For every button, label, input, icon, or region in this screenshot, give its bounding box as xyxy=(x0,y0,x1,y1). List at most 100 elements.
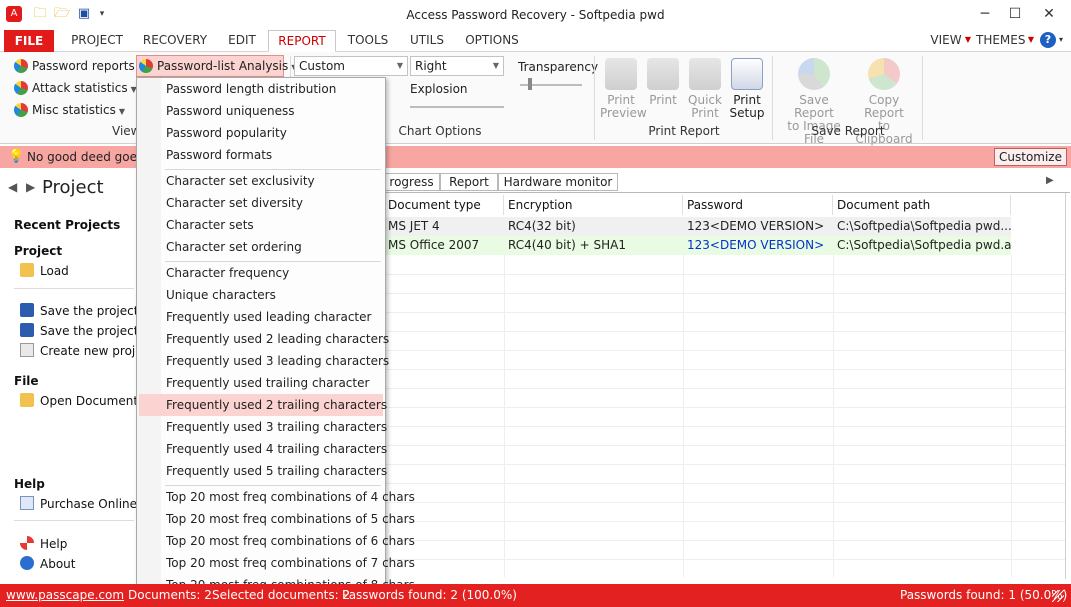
tab-file[interactable]: FILE xyxy=(4,30,54,52)
menu-item-top20-4-chars[interactable]: Top 20 most freq combinations of 4 chars xyxy=(139,486,415,508)
column-header-encryption[interactable]: Encryption xyxy=(504,195,683,215)
grid-line xyxy=(384,369,1066,370)
menu-item-password-formats[interactable]: Password formats xyxy=(139,144,383,166)
menu-item-character-set-ordering[interactable]: Character set ordering xyxy=(139,236,383,258)
menu-item-2-leading-characters[interactable]: Frequently used 2 leading characters xyxy=(139,328,389,350)
cell-encryption: RC4(40 bit) + SHA1 xyxy=(508,238,627,252)
minimize-button[interactable]: ─ xyxy=(970,4,1000,24)
themes-menu[interactable]: THEMES xyxy=(976,30,1026,52)
help-icon[interactable]: ? xyxy=(1040,32,1056,48)
menu-item-password-length-distribution[interactable]: Password length distribution xyxy=(139,78,383,100)
chart-type-select[interactable]: Custom ▼ xyxy=(294,56,408,76)
about-item[interactable]: About xyxy=(20,556,75,571)
tab-edit[interactable]: EDIT xyxy=(222,30,262,52)
open-document-item[interactable]: Open Document xyxy=(20,393,138,408)
transparency-slider-thumb[interactable] xyxy=(528,78,532,90)
help-item[interactable]: Help xyxy=(20,536,67,551)
menu-item-5-trailing-characters[interactable]: Frequently used 5 trailing characters xyxy=(139,460,387,482)
print-button[interactable]: Print xyxy=(644,58,682,107)
tab-hardware-monitor[interactable]: Hardware monitor xyxy=(498,173,618,191)
tab-progress[interactable]: rogress xyxy=(384,173,440,191)
maximize-button[interactable]: ☐ xyxy=(1000,4,1030,24)
themes-dropdown-icon[interactable]: ▼ xyxy=(1026,30,1036,52)
save-image-icon xyxy=(798,58,830,90)
purchase-online-item[interactable]: Purchase Online xyxy=(20,496,137,511)
menu-item-character-set-diversity[interactable]: Character set diversity xyxy=(139,192,383,214)
table-row[interactable]: MS Office 2007 RC4(40 bit) + SHA1 123<DE… xyxy=(384,236,1011,255)
tab-report-view[interactable]: Report xyxy=(440,173,498,191)
tab-report[interactable]: REPORT xyxy=(268,30,336,52)
tab-recovery[interactable]: RECOVERY xyxy=(140,30,210,52)
resize-grip-icon[interactable] xyxy=(1052,590,1064,602)
view-menu[interactable]: VIEW xyxy=(926,30,966,52)
chevron-down-icon: ▼ xyxy=(118,107,125,116)
customize-button[interactable]: Customize xyxy=(994,148,1067,166)
open-folder-icon xyxy=(20,393,34,407)
column-header-document-type[interactable]: Document type xyxy=(384,195,504,215)
menu-item-3-leading-characters[interactable]: Frequently used 3 leading characters xyxy=(139,350,389,372)
grid-border xyxy=(1065,193,1066,579)
print-setup-icon xyxy=(731,58,763,90)
tab-options[interactable]: OPTIONS xyxy=(462,30,522,52)
column-header-document-path[interactable]: Document path xyxy=(833,195,1011,215)
window-title: Access Password Recovery - Softpedia pwd xyxy=(406,8,665,22)
grid-line xyxy=(833,255,834,577)
quick-print-button[interactable]: Quick Print xyxy=(684,58,726,120)
menu-item-3-trailing-characters[interactable]: Frequently used 3 trailing characters xyxy=(139,416,387,438)
tab-utils[interactable]: UTILS xyxy=(404,30,450,52)
open-document-label: Open Document xyxy=(40,394,139,408)
close-button[interactable]: ✕ xyxy=(1034,4,1064,24)
file-heading: File xyxy=(14,374,39,388)
legend-position-select[interactable]: Right ▼ xyxy=(410,56,504,76)
chevron-right-icon[interactable]: ▶ xyxy=(1046,175,1054,186)
menu-item-top20-6-chars[interactable]: Top 20 most freq combinations of 6 chars xyxy=(139,530,415,552)
tab-project[interactable]: PROJECT xyxy=(66,30,128,52)
menu-item-character-sets[interactable]: Character sets xyxy=(139,214,383,236)
table-row[interactable]: MS JET 4 RC4(32 bit) 123<DEMO VERSION> C… xyxy=(384,217,1011,236)
load-item[interactable]: Load xyxy=(20,263,69,278)
column-header-password[interactable]: Password xyxy=(683,195,833,215)
menu-item-leading-character[interactable]: Frequently used leading character xyxy=(139,306,383,328)
menu-item-top20-7-chars[interactable]: Top 20 most freq combinations of 7 chars xyxy=(139,552,415,574)
forward-arrow-icon[interactable]: ▶ xyxy=(26,180,35,194)
divider xyxy=(14,520,134,521)
print-preview-button[interactable]: Print Preview xyxy=(600,58,647,120)
tab-tools[interactable]: TOOLS xyxy=(344,30,392,52)
create-new-project-item[interactable]: Create new project xyxy=(20,343,154,358)
attack-statistics-button[interactable]: Attack statistics ▼ xyxy=(14,78,137,98)
save-report-label: Save Report xyxy=(811,124,885,138)
menu-item-password-popularity[interactable]: Password popularity xyxy=(139,122,383,144)
password-list-analysis-button[interactable]: Password-list Analysis▼ xyxy=(136,55,297,77)
ribbon-separator xyxy=(594,56,595,140)
tab-underline xyxy=(384,192,1070,193)
password-reports-button[interactable]: Password reports▼ xyxy=(14,56,144,76)
transparency-label: Transparency xyxy=(518,60,599,74)
menu-item-top20-5-chars[interactable]: Top 20 most freq combinations of 5 chars xyxy=(139,508,415,530)
explosion-slider[interactable] xyxy=(410,106,504,108)
cell-encryption: RC4(32 bit) xyxy=(508,219,576,233)
menu-item-character-frequency[interactable]: Character frequency xyxy=(139,262,383,284)
passcape-link[interactable]: www.passcape.com xyxy=(6,584,124,607)
view-dropdown-icon[interactable]: ▼ xyxy=(963,30,973,52)
save-project-item[interactable]: Save the project xyxy=(20,303,138,318)
menu-item-unique-characters[interactable]: Unique characters xyxy=(139,284,383,306)
back-arrow-icon[interactable]: ◀ xyxy=(8,180,17,194)
panel-title: Project xyxy=(42,177,104,198)
menu-item-4-trailing-characters[interactable]: Frequently used 4 trailing characters xyxy=(139,438,387,460)
grid-line xyxy=(384,331,1066,332)
menu-item-trailing-character[interactable]: Frequently used trailing character xyxy=(139,372,383,394)
purchase-icon xyxy=(20,496,34,510)
grid-line xyxy=(384,350,1066,351)
save-as-icon xyxy=(20,323,34,337)
misc-statistics-label: Misc statistics xyxy=(32,103,116,117)
misc-statistics-button[interactable]: Misc statistics ▼ xyxy=(14,100,125,120)
left-panel: ◀ ▶ Project Recent Projects Project Load… xyxy=(0,170,156,584)
menu-item-password-uniqueness[interactable]: Password uniqueness xyxy=(139,100,383,122)
help-dropdown-icon[interactable]: ▾ xyxy=(1056,30,1066,52)
menu-item-2-trailing-characters[interactable]: Frequently used 2 trailing characters xyxy=(139,394,387,416)
passwords-found-selected: Passwords found: 1 (50.0%) xyxy=(900,588,1068,602)
grid-line xyxy=(504,255,505,577)
print-setup-button[interactable]: Print Setup xyxy=(728,58,766,120)
cell-document-type: MS Office 2007 xyxy=(388,238,480,252)
menu-item-character-set-exclusivity[interactable]: Character set exclusivity xyxy=(139,170,383,192)
